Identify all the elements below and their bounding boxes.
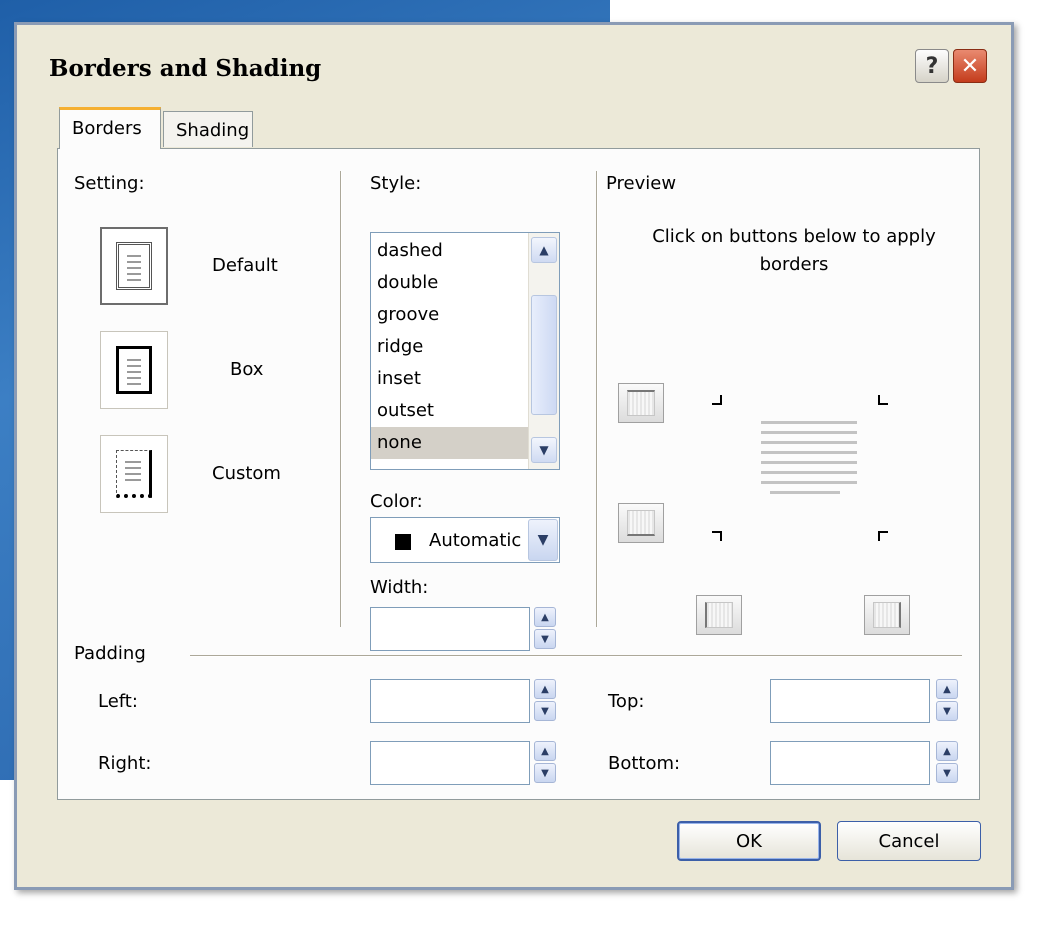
dialog-title: Borders and Shading — [49, 55, 322, 82]
padding-bottom-input[interactable] — [770, 741, 930, 785]
setting-custom-button[interactable] — [100, 435, 168, 513]
padding-top-spinner[interactable]: ▲ ▼ — [936, 679, 960, 723]
spin-down-icon[interactable]: ▼ — [534, 629, 556, 649]
borders-tab-panel: Setting: Default Box Custom Style: dashe… — [57, 148, 980, 800]
style-option[interactable]: ridge — [371, 331, 531, 363]
setting-default-button[interactable] — [100, 227, 168, 305]
close-button[interactable]: ✕ — [953, 49, 987, 83]
padding-left-label: Left: — [98, 691, 138, 712]
padding-bottom-spinner[interactable]: ▲ ▼ — [936, 741, 960, 785]
scroll-thumb[interactable] — [531, 295, 557, 415]
borders-shading-dialog: Borders and Shading ? ✕ Borders Shading … — [14, 22, 1014, 890]
preview-corner-mark — [878, 395, 888, 405]
spin-down-icon[interactable]: ▼ — [534, 763, 556, 783]
color-swatch — [395, 534, 411, 550]
style-label: Style: — [370, 173, 422, 194]
preview-corner-mark — [712, 395, 722, 405]
column-divider — [340, 171, 342, 627]
preview-corner-mark — [878, 531, 888, 541]
style-option-selected[interactable]: none — [371, 427, 531, 459]
setting-label: Setting: — [74, 173, 145, 194]
page-box-icon — [116, 346, 152, 394]
page-custom-icon — [116, 450, 152, 498]
preview-corner-mark — [712, 531, 722, 541]
color-label: Color: — [370, 491, 423, 512]
bottom-border-icon — [627, 510, 655, 536]
chevron-down-icon[interactable]: ▼ — [528, 519, 558, 561]
style-option[interactable]: double — [371, 267, 531, 299]
top-border-button[interactable] — [618, 383, 664, 423]
padding-right-spinner[interactable]: ▲ ▼ — [534, 741, 558, 785]
padding-bottom-label: Bottom: — [608, 753, 681, 774]
scroll-up-icon[interactable]: ▲ — [531, 237, 557, 263]
preview-hint: Click on buttons below to apply borders — [652, 226, 936, 275]
spin-up-icon[interactable]: ▲ — [534, 741, 556, 761]
help-button[interactable]: ? — [915, 49, 949, 83]
setting-box-button[interactable] — [100, 331, 168, 409]
setting-custom-label: Custom — [212, 463, 281, 484]
style-option[interactable]: dashed — [371, 235, 531, 267]
spin-up-icon[interactable]: ▲ — [534, 607, 556, 627]
padding-left-spinner[interactable]: ▲ ▼ — [534, 679, 558, 723]
left-border-button[interactable] — [696, 595, 742, 635]
top-border-icon — [627, 390, 655, 416]
style-scrollbar[interactable]: ▲ ▼ — [528, 233, 559, 469]
tab-shading[interactable]: Shading — [163, 111, 253, 147]
preview-label: Preview — [606, 173, 677, 194]
scroll-down-icon[interactable]: ▼ — [531, 437, 557, 463]
padding-right-input[interactable] — [370, 741, 530, 785]
padding-label: Padding — [74, 643, 146, 664]
color-value: Automatic — [429, 530, 522, 551]
cancel-button[interactable]: Cancel — [837, 821, 981, 861]
column-divider — [596, 171, 598, 627]
tab-borders[interactable]: Borders — [59, 107, 161, 149]
title-bar: Borders and Shading ? ✕ — [17, 25, 1011, 97]
page-default-icon — [116, 242, 152, 290]
spin-down-icon[interactable]: ▼ — [936, 763, 958, 783]
right-border-button[interactable] — [864, 595, 910, 635]
spin-up-icon[interactable]: ▲ — [936, 741, 958, 761]
setting-box-label: Box — [230, 359, 264, 380]
padding-top-label: Top: — [608, 691, 645, 712]
spin-up-icon[interactable]: ▲ — [534, 679, 556, 699]
padding-right-label: Right: — [98, 753, 152, 774]
spin-down-icon[interactable]: ▼ — [534, 701, 556, 721]
style-listbox[interactable]: dashed double groove ridge inset outset … — [370, 232, 560, 470]
setting-default-label: Default — [212, 255, 278, 276]
bottom-border-button[interactable] — [618, 503, 664, 543]
left-border-icon — [705, 602, 733, 628]
width-spinner[interactable]: ▲ ▼ — [534, 607, 558, 651]
padding-top-input[interactable] — [770, 679, 930, 723]
right-border-icon — [873, 602, 901, 628]
color-dropdown[interactable]: Automatic ▼ — [370, 517, 560, 563]
width-input[interactable] — [370, 607, 530, 651]
style-option[interactable]: outset — [371, 395, 531, 427]
ok-button[interactable]: OK — [677, 821, 821, 861]
style-option[interactable]: groove — [371, 299, 531, 331]
style-option[interactable]: inset — [371, 363, 531, 395]
padding-left-input[interactable] — [370, 679, 530, 723]
width-label: Width: — [370, 577, 429, 598]
spin-up-icon[interactable]: ▲ — [936, 679, 958, 699]
spin-down-icon[interactable]: ▼ — [936, 701, 958, 721]
padding-divider — [190, 655, 962, 657]
